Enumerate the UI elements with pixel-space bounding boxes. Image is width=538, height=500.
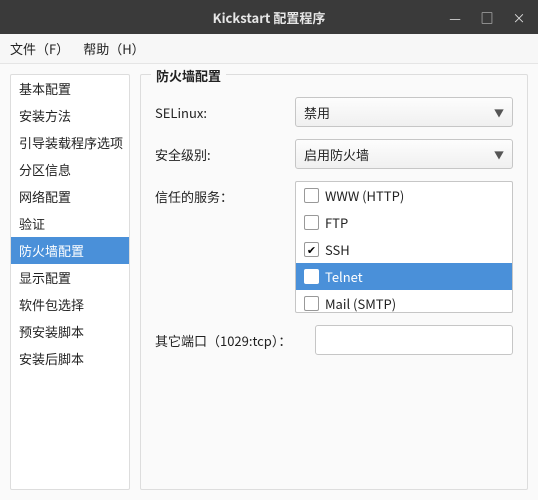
checkbox-icon[interactable] bbox=[304, 215, 319, 230]
other-ports-row: 其它端口（1029:tcp）： bbox=[155, 325, 513, 355]
service-label: Mail (SMTP) bbox=[325, 294, 396, 313]
sidebar-item-2[interactable]: 引导装载程序选项 bbox=[11, 129, 129, 156]
trusted-services-label: 信任的服务： bbox=[155, 181, 295, 206]
service-label: Telnet bbox=[325, 267, 363, 286]
trusted-services-list[interactable]: WWW (HTTP) FTP ✔ SSH Telnet Mail (SMTP) bbox=[295, 181, 513, 313]
security-level-label: 安全级别: bbox=[155, 139, 295, 164]
service-item-3[interactable]: Telnet bbox=[296, 263, 512, 290]
selinux-row: SELinux: 禁用 ▼ bbox=[155, 97, 513, 127]
other-ports-input[interactable] bbox=[315, 325, 513, 355]
sidebar-item-5[interactable]: 验证 bbox=[11, 210, 129, 237]
content-area: 基本配置安装方法引导装载程序选项分区信息网络配置验证防火墙配置显示配置软件包选择… bbox=[0, 64, 538, 500]
sidebar: 基本配置安装方法引导装载程序选项分区信息网络配置验证防火墙配置显示配置软件包选择… bbox=[10, 74, 130, 490]
sidebar-item-1[interactable]: 安装方法 bbox=[11, 102, 129, 129]
sidebar-item-9[interactable]: 预安装脚本 bbox=[11, 318, 129, 345]
service-label: FTP bbox=[325, 213, 348, 232]
groupbox-title: 防火墙配置 bbox=[151, 66, 226, 85]
sidebar-item-4[interactable]: 网络配置 bbox=[11, 183, 129, 210]
sidebar-item-0[interactable]: 基本配置 bbox=[11, 75, 129, 102]
window-controls: — □ × bbox=[444, 6, 530, 28]
sidebar-item-3[interactable]: 分区信息 bbox=[11, 156, 129, 183]
sidebar-item-6[interactable]: 防火墙配置 bbox=[11, 237, 129, 264]
service-label: WWW (HTTP) bbox=[325, 186, 404, 205]
security-level-combobox[interactable]: 启用防火墙 ▼ bbox=[295, 139, 513, 169]
trusted-services-row: 信任的服务： WWW (HTTP) FTP ✔ SSH Telnet Mail (SMTP… bbox=[155, 181, 513, 313]
checkbox-icon[interactable]: ✔ bbox=[304, 242, 319, 257]
service-item-4[interactable]: Mail (SMTP) bbox=[296, 290, 512, 313]
checkbox-icon[interactable] bbox=[304, 269, 319, 284]
selinux-value: 禁用 bbox=[304, 103, 330, 122]
service-item-0[interactable]: WWW (HTTP) bbox=[296, 182, 512, 209]
service-item-2[interactable]: ✔ SSH bbox=[296, 236, 512, 263]
chevron-down-icon: ▼ bbox=[494, 147, 504, 162]
security-level-row: 安全级别: 启用防火墙 ▼ bbox=[155, 139, 513, 169]
menu-file[interactable]: 文件（F） bbox=[10, 39, 69, 58]
checkbox-icon[interactable] bbox=[304, 188, 319, 203]
selinux-label: SELinux: bbox=[155, 97, 295, 122]
sidebar-item-10[interactable]: 安装后脚本 bbox=[11, 345, 129, 372]
menu-help[interactable]: 帮助（H） bbox=[83, 39, 144, 58]
maximize-button[interactable]: □ bbox=[476, 6, 498, 28]
firewall-groupbox: 防火墙配置 SELinux: 禁用 ▼ 安全级别: 启用防火墙 ▼ 信任的服务：… bbox=[140, 74, 528, 490]
sidebar-item-7[interactable]: 显示配置 bbox=[11, 264, 129, 291]
chevron-down-icon: ▼ bbox=[494, 105, 504, 120]
service-label: SSH bbox=[325, 240, 350, 259]
menubar: 文件（F） 帮助（H） bbox=[0, 34, 538, 64]
main-panel: 防火墙配置 SELinux: 禁用 ▼ 安全级别: 启用防火墙 ▼ 信任的服务：… bbox=[140, 74, 528, 490]
service-item-1[interactable]: FTP bbox=[296, 209, 512, 236]
close-button[interactable]: × bbox=[508, 6, 530, 28]
titlebar: Kickstart 配置程序 — □ × bbox=[0, 0, 538, 34]
checkbox-icon[interactable] bbox=[304, 296, 319, 311]
selinux-combobox[interactable]: 禁用 ▼ bbox=[295, 97, 513, 127]
security-level-value: 启用防火墙 bbox=[304, 145, 369, 164]
sidebar-item-8[interactable]: 软件包选择 bbox=[11, 291, 129, 318]
minimize-button[interactable]: — bbox=[444, 6, 466, 28]
other-ports-label: 其它端口（1029:tcp）： bbox=[155, 325, 315, 350]
